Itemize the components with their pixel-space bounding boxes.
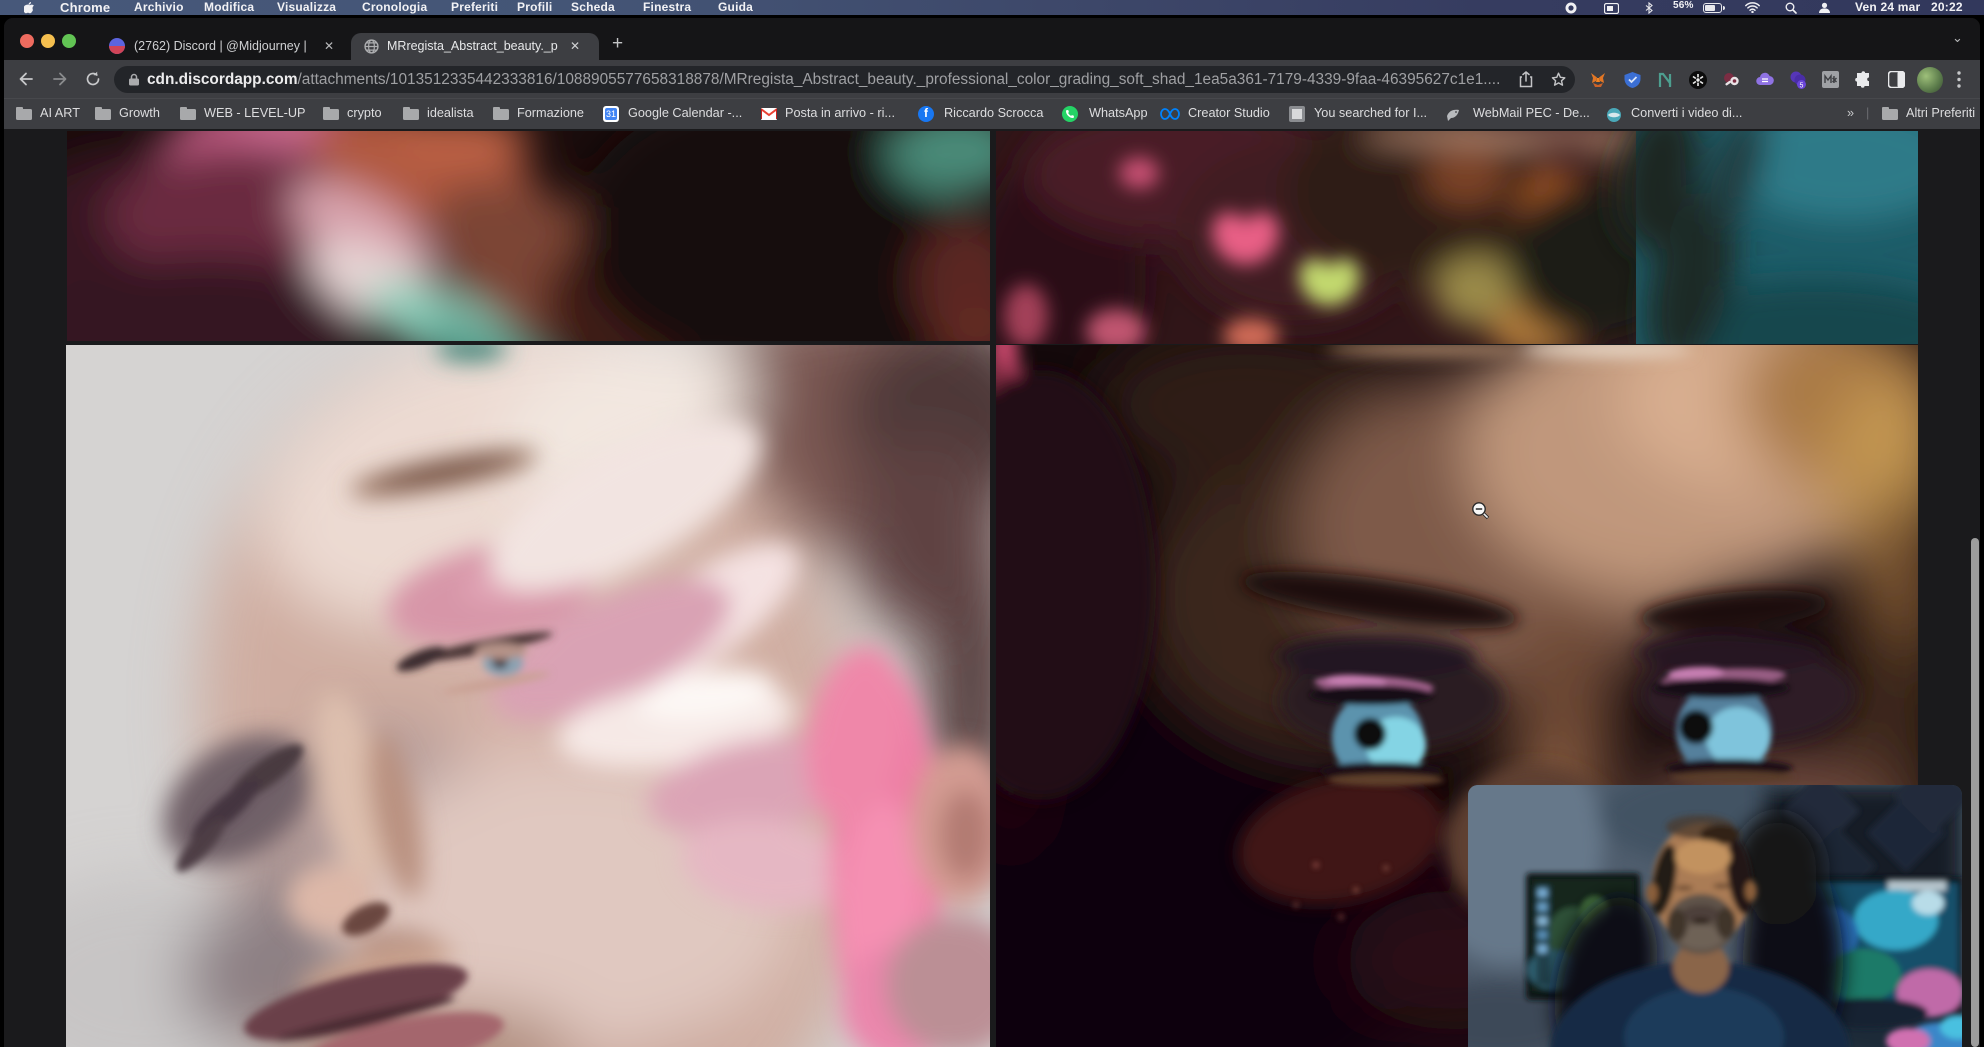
svg-text:5: 5	[1800, 83, 1804, 90]
